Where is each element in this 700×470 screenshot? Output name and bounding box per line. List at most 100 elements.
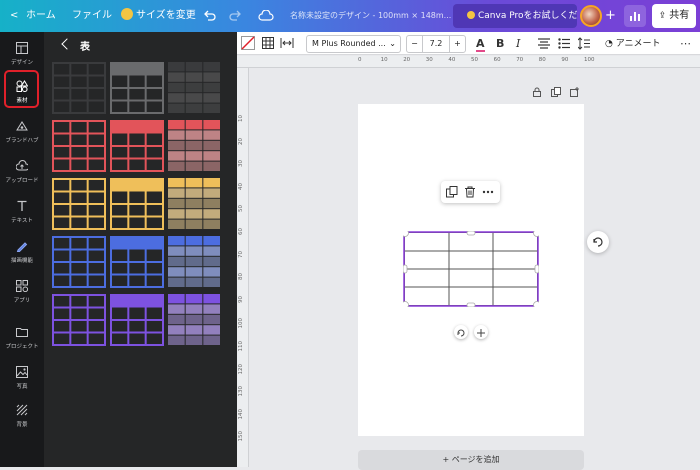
table-preview bbox=[52, 178, 106, 230]
table-preview bbox=[52, 294, 106, 346]
rail-item-8[interactable]: 写真 bbox=[0, 362, 44, 400]
duplicate-page-icon[interactable] bbox=[551, 87, 561, 97]
table-style-tile[interactable] bbox=[110, 294, 164, 346]
regenerate-button[interactable] bbox=[587, 231, 609, 253]
selected-table[interactable] bbox=[403, 231, 539, 307]
table-style-tile[interactable] bbox=[110, 62, 164, 114]
table-style-tile[interactable] bbox=[52, 178, 106, 230]
table-style-tile[interactable] bbox=[168, 178, 222, 230]
avatar[interactable] bbox=[580, 5, 602, 27]
back-button[interactable]: < bbox=[10, 0, 18, 32]
animate-button[interactable]: ◔ アニメート bbox=[605, 35, 661, 53]
ruler-tick-label: 0 bbox=[358, 57, 362, 63]
ruler-tick-label: 40 bbox=[238, 182, 244, 190]
file-menu-button[interactable]: ファイル bbox=[72, 0, 112, 32]
horizontal-ruler: 0 10 20 30 40 50 60 70 80 90 100 bbox=[237, 56, 700, 68]
rail-item-9[interactable]: 背景 bbox=[0, 400, 44, 438]
table-preview bbox=[110, 178, 164, 230]
more-dots-icon[interactable] bbox=[482, 186, 494, 198]
rail-item-7[interactable]: プロジェクト bbox=[0, 322, 44, 360]
rail-item-3[interactable]: アップロード bbox=[0, 156, 44, 194]
text-icon bbox=[17, 200, 27, 211]
bar-chart-icon bbox=[630, 12, 640, 21]
draw-icon bbox=[16, 242, 28, 252]
rail-item-label: テキスト bbox=[11, 218, 33, 224]
add-page-button[interactable]: + ページを追加 bbox=[358, 450, 584, 470]
ruler-tick-label: 40 bbox=[448, 57, 456, 63]
rail-item-1[interactable]: 素材 bbox=[0, 76, 44, 114]
add-collaborator-button[interactable]: + bbox=[605, 0, 616, 32]
lock-icon[interactable] bbox=[532, 87, 542, 97]
table-style-tile[interactable] bbox=[168, 294, 222, 346]
stats-button[interactable] bbox=[624, 5, 646, 27]
design-title[interactable]: 名称未設定のデザイン - 100mm × 148m... bbox=[290, 0, 451, 32]
rail-item-label: アップロード bbox=[5, 178, 39, 184]
column-spacing-icon[interactable] bbox=[280, 37, 294, 49]
font-size-value[interactable]: 7.2 bbox=[423, 36, 449, 52]
table-style-tile[interactable] bbox=[52, 120, 106, 172]
font-family-dropdown[interactable]: M Plus Rounded ... ⌄ bbox=[306, 35, 401, 53]
rail-item-0[interactable]: デザイン bbox=[0, 38, 44, 76]
line-spacing-icon[interactable] bbox=[578, 37, 590, 50]
crown-icon bbox=[467, 10, 475, 19]
cloud-saved-icon[interactable] bbox=[258, 10, 274, 22]
align-center-icon[interactable] bbox=[538, 38, 550, 49]
rail-item-2[interactable]: ブランドハブ bbox=[0, 116, 44, 154]
resize-label: サイズを変更 bbox=[136, 10, 196, 21]
ruler-tick-label: 130 bbox=[238, 386, 244, 397]
rotate-handle[interactable] bbox=[454, 325, 468, 339]
table-style-tile[interactable] bbox=[168, 120, 222, 172]
table-preview bbox=[52, 62, 106, 114]
crown-icon bbox=[121, 8, 133, 20]
bold-button[interactable]: B bbox=[496, 35, 504, 53]
redo-icon[interactable] bbox=[229, 10, 242, 22]
bulleted-list-icon[interactable] bbox=[558, 38, 570, 49]
font-size-increase-button[interactable]: + bbox=[449, 36, 465, 52]
table-style-tile[interactable] bbox=[168, 62, 222, 114]
table-style-tile[interactable] bbox=[110, 120, 164, 172]
canva-pro-tab[interactable]: Canva Proをお試しくださ... bbox=[453, 4, 577, 28]
rotate-icon bbox=[457, 329, 465, 337]
ruler-tick-label: 30 bbox=[238, 160, 244, 168]
add-page-icon[interactable] bbox=[570, 87, 580, 97]
animate-label: アニメート bbox=[615, 39, 661, 49]
table-style-tile[interactable] bbox=[168, 236, 222, 288]
table-style-tile[interactable] bbox=[110, 236, 164, 288]
table-preview bbox=[168, 236, 220, 287]
share-button[interactable]: ⇪ 共有 bbox=[652, 4, 696, 28]
table-style-tile[interactable] bbox=[52, 62, 106, 114]
layout-icon bbox=[16, 42, 28, 54]
table-style-tile[interactable] bbox=[52, 294, 106, 346]
no-color-icon[interactable] bbox=[241, 36, 255, 50]
animate-icon: ◔ bbox=[605, 39, 616, 49]
table-preview bbox=[168, 178, 220, 229]
rail-item-5[interactable]: 描画機能 bbox=[0, 236, 44, 274]
table-style-tile[interactable] bbox=[52, 236, 106, 288]
text-color-button[interactable]: A bbox=[476, 35, 485, 53]
table-preview bbox=[52, 236, 106, 288]
move-handle[interactable] bbox=[474, 325, 488, 339]
panel-title: 表 bbox=[80, 42, 90, 53]
rail-item-4[interactable]: テキスト bbox=[0, 196, 44, 234]
copy-icon[interactable] bbox=[446, 186, 458, 198]
ruler-tick-label: 90 bbox=[561, 57, 569, 63]
upload-icon bbox=[16, 160, 28, 171]
italic-button[interactable]: I bbox=[516, 35, 520, 53]
ruler-tick-label: 50 bbox=[238, 205, 244, 213]
resize-button[interactable]: サイズを変更 bbox=[121, 0, 196, 32]
top-bar: < ホーム ファイル サイズを変更 名称未設定のデザイン - 100mm × 1… bbox=[0, 0, 700, 32]
rail-item-6[interactable]: アプリ bbox=[0, 276, 44, 314]
ruler-tick-label: 120 bbox=[238, 363, 244, 375]
table-border-icon[interactable] bbox=[262, 37, 274, 49]
home-button[interactable]: ホーム bbox=[26, 0, 56, 32]
font-size-decrease-button[interactable]: − bbox=[407, 36, 423, 52]
table-preview bbox=[110, 62, 164, 114]
more-options-button[interactable]: ⋯ bbox=[680, 35, 691, 53]
table-preview bbox=[52, 120, 106, 172]
table-style-tile[interactable] bbox=[110, 178, 164, 230]
undo-icon[interactable] bbox=[203, 10, 216, 22]
ruler-tick-label: 80 bbox=[238, 273, 244, 281]
move-icon bbox=[477, 329, 485, 337]
trash-icon[interactable] bbox=[464, 186, 476, 198]
table-preview bbox=[110, 294, 164, 346]
